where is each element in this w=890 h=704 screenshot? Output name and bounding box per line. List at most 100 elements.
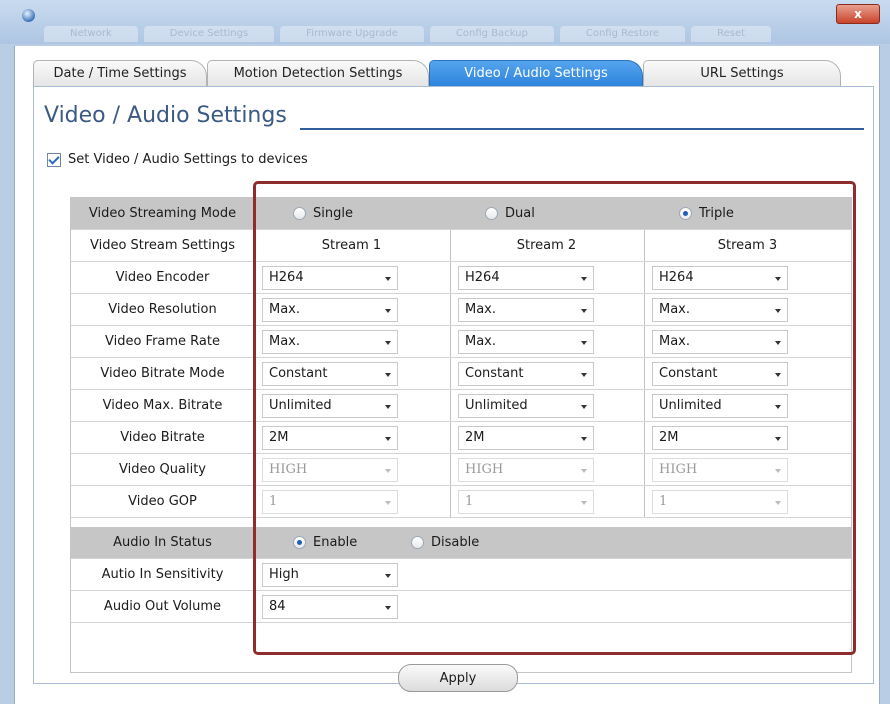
stream-3-dropdown[interactable]: 2M — [652, 426, 788, 450]
stream-3-dropdown[interactable]: Max. — [652, 330, 788, 354]
dropdown-value: Max. — [465, 334, 497, 349]
stream-1-dropdown[interactable]: Max. — [262, 330, 398, 354]
close-button[interactable]: x — [836, 4, 880, 24]
video-setting-row: Video Frame Rate Max. Max. Max. — [71, 326, 851, 358]
dropdown-value: HIGH — [269, 462, 308, 477]
dropdown-value: High — [269, 567, 299, 582]
dropdown-value: 1 — [269, 494, 278, 509]
column-divider — [644, 358, 645, 389]
tab-video-audio[interactable]: Video / Audio Settings — [429, 60, 643, 87]
apply-button[interactable]: Apply — [398, 664, 518, 692]
dropdown-value: HIGH — [465, 462, 504, 477]
background-tab: Device Settings — [143, 26, 275, 42]
apply-to-devices-checkbox[interactable] — [47, 152, 61, 167]
stream-1-dropdown: 1 — [262, 490, 398, 514]
chevron-down-icon — [581, 437, 587, 441]
video-setting-row: Video Max. Bitrate Unlimited Unlimited Unli… — [71, 390, 851, 422]
video-setting-row: Video Encoder H264 H264 H264 — [71, 262, 851, 294]
chevron-down-icon — [581, 277, 587, 281]
dropdown-value: 84 — [269, 599, 286, 614]
stream-1-dropdown[interactable]: H264 — [262, 266, 398, 290]
stream-3-dropdown[interactable]: Constant — [652, 362, 788, 386]
chevron-down-icon — [385, 405, 391, 409]
video-setting-row: Video Bitrate 2M 2M 2M — [71, 422, 851, 454]
background-tab: Firmware Upgrade — [280, 26, 424, 42]
radio-single[interactable] — [293, 207, 306, 220]
dropdown-value: H264 — [659, 270, 694, 285]
audio-out-volume-dropdown[interactable]: 84 — [262, 595, 398, 619]
apply-to-devices-label: Set Video / Audio Settings to devices — [68, 152, 308, 167]
tab-motion-detection[interactable]: Motion Detection Settings — [207, 60, 429, 87]
chevron-down-icon — [775, 469, 781, 473]
column-divider — [254, 358, 255, 389]
title-divider — [300, 128, 864, 130]
chevron-down-icon — [775, 277, 781, 281]
dropdown-value: 1 — [659, 494, 668, 509]
column-divider — [644, 454, 645, 485]
stream-1-dropdown[interactable]: 2M — [262, 426, 398, 450]
setting-label: Video Frame Rate — [104, 334, 220, 349]
audio-in-status-label: Audio In Status — [113, 535, 212, 550]
stream-2-dropdown[interactable]: Constant — [458, 362, 594, 386]
chevron-down-icon — [775, 309, 781, 313]
setting-label: Video Resolution — [108, 302, 217, 317]
background-tab: Reset — [691, 26, 772, 42]
audio-out-volume-label: Audio Out Volume — [103, 599, 222, 614]
dropdown-value: Constant — [659, 366, 718, 381]
setting-label: Video Bitrate — [120, 430, 205, 445]
column-divider — [450, 454, 451, 485]
stream-3-dropdown[interactable]: Unlimited — [652, 394, 788, 418]
column-divider — [450, 294, 451, 325]
stream-settings-row: Video Stream Settings Stream 1 Stream 2 Str… — [71, 230, 851, 262]
background-tab: Config Backup — [429, 26, 554, 42]
audio-out-volume-row: Audio Out Volume 84 — [71, 591, 851, 623]
column-divider — [254, 591, 255, 622]
stream-2-dropdown[interactable]: Unlimited — [458, 394, 594, 418]
stream-3-dropdown[interactable]: H264 — [652, 266, 788, 290]
settings-grid: Video Streaming Mode Single Dual Triple Vide… — [70, 197, 852, 673]
radio-option-dual[interactable]: Dual — [485, 198, 535, 229]
column-divider — [450, 486, 451, 517]
radio-option-triple[interactable]: Triple — [679, 198, 734, 229]
column-divider — [450, 262, 451, 293]
dropdown-value: H264 — [269, 270, 304, 285]
radio-dual[interactable] — [485, 207, 498, 220]
radio-option-enable[interactable]: Enable — [293, 527, 357, 558]
setting-label: Video Encoder — [115, 270, 210, 285]
stream-3-dropdown[interactable]: Max. — [652, 298, 788, 322]
tab-date-time[interactable]: Date / Time Settings — [33, 60, 207, 87]
dropdown-value: Max. — [659, 302, 691, 317]
dropdown-value: 1 — [465, 494, 474, 509]
column-divider — [450, 422, 451, 453]
stream-1-dropdown[interactable]: Unlimited — [262, 394, 398, 418]
column-divider — [254, 294, 255, 325]
stream-2-dropdown[interactable]: Max. — [458, 330, 594, 354]
radio-option-single[interactable]: Single — [293, 198, 353, 229]
radio-label: Dual — [505, 206, 535, 221]
stream-1-dropdown[interactable]: Constant — [262, 362, 398, 386]
tab-url[interactable]: URL Settings — [643, 60, 841, 87]
dropdown-value: Unlimited — [465, 398, 528, 413]
radio-option-disable[interactable]: Disable — [411, 527, 479, 558]
stream-heading: Stream 3 — [717, 238, 778, 253]
setting-label: Video Max. Bitrate — [102, 398, 223, 413]
dropdown-value: Constant — [269, 366, 328, 381]
chevron-down-icon — [775, 405, 781, 409]
radio-triple[interactable] — [679, 207, 692, 220]
video-setting-row: Video Resolution Max. Max. Max. — [71, 294, 851, 326]
radio-disable[interactable] — [411, 536, 424, 549]
dropdown-value: Constant — [465, 366, 524, 381]
stream-1-dropdown[interactable]: Max. — [262, 298, 398, 322]
stream-2-dropdown[interactable]: Max. — [458, 298, 594, 322]
radio-enable[interactable] — [293, 536, 306, 549]
stream-2-dropdown[interactable]: 2M — [458, 426, 594, 450]
audio-in-sensitivity-dropdown[interactable]: High — [262, 563, 398, 587]
column-divider — [644, 262, 645, 293]
stream-2-dropdown[interactable]: H264 — [458, 266, 594, 290]
video-setting-row: Video Bitrate Mode Constant Constant Consta… — [71, 358, 851, 390]
background-tab: Network — [44, 26, 138, 42]
stream-3-dropdown: HIGH — [652, 458, 788, 482]
chevron-down-icon — [385, 309, 391, 313]
column-divider — [254, 559, 255, 590]
column-divider — [254, 390, 255, 421]
